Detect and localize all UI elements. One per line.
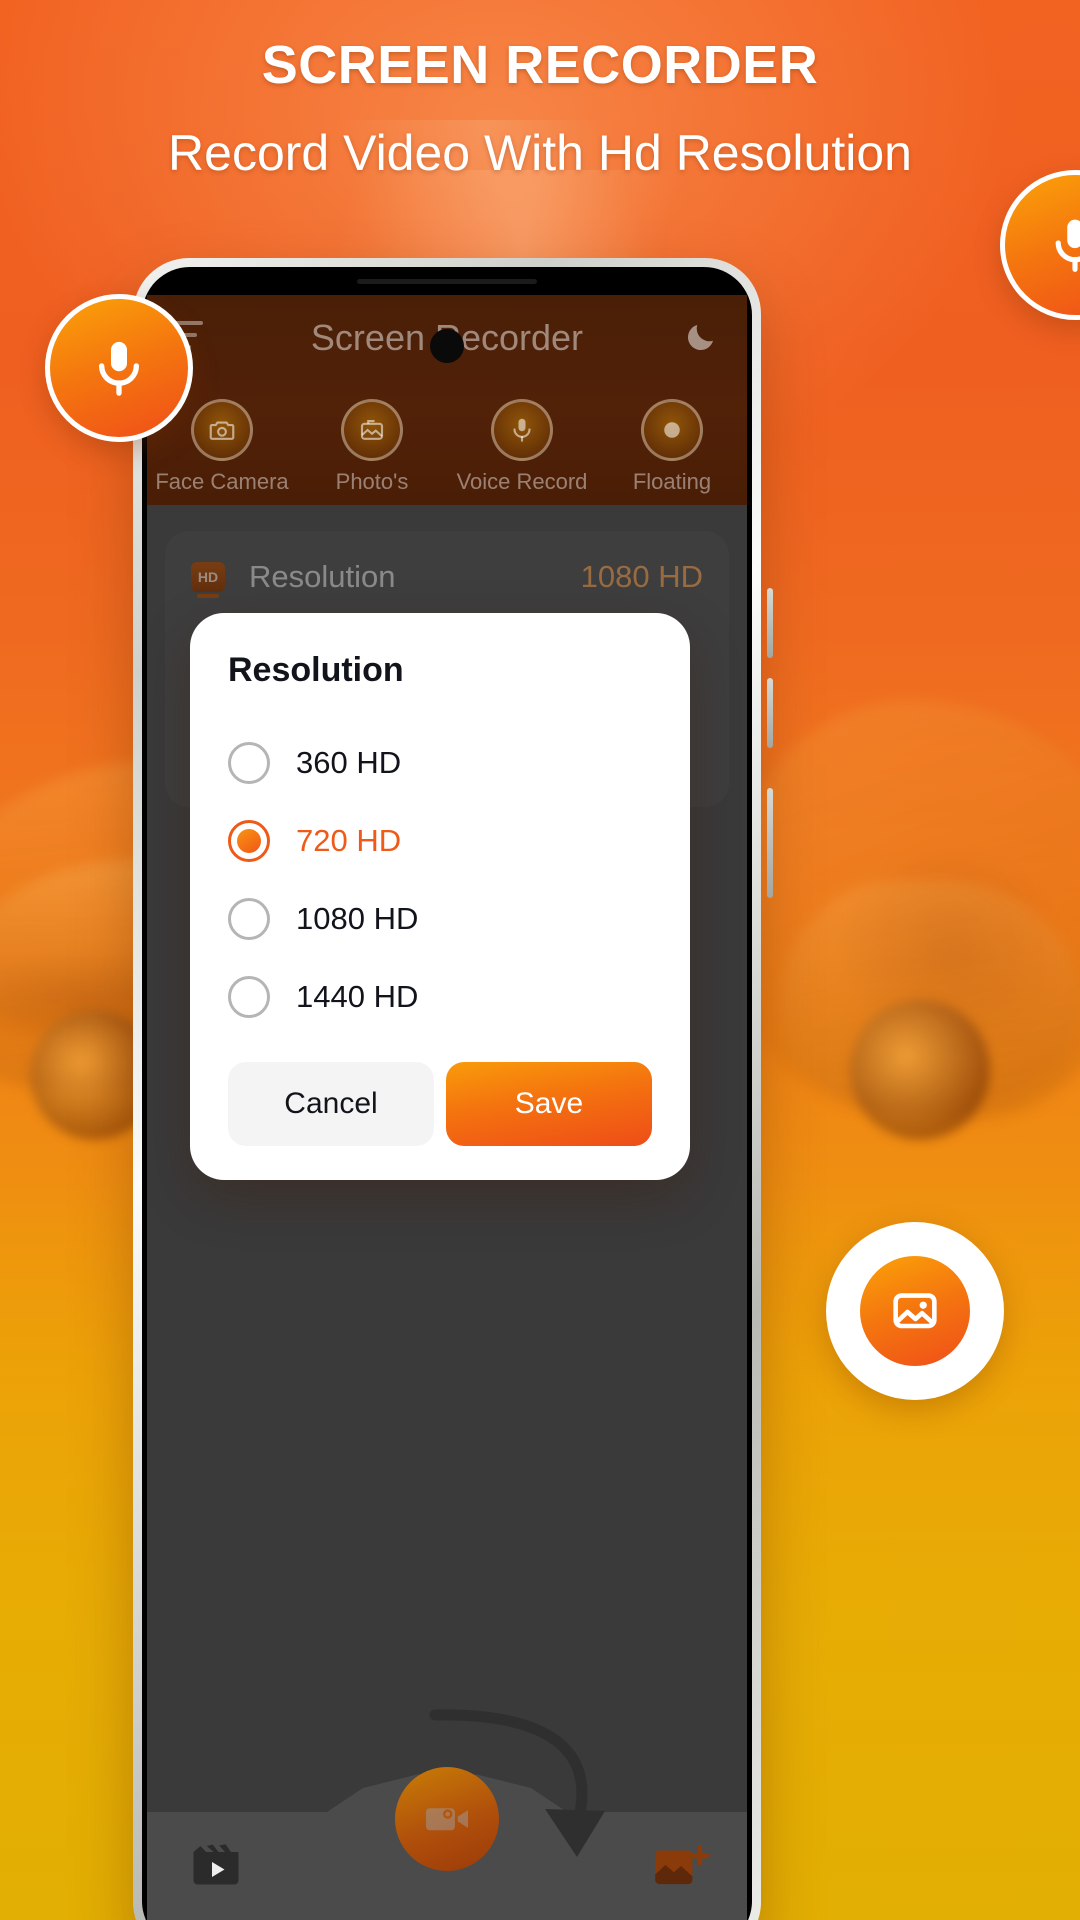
promo-title: SCREEN RECORDER: [261, 35, 819, 95]
floating-gallery-button[interactable]: [826, 1222, 1004, 1400]
dialog-title: Resolution: [228, 651, 404, 689]
floating-mic-button-right[interactable]: [1000, 170, 1080, 320]
record-dot-icon: [641, 399, 703, 461]
microphone-icon: [1055, 219, 1080, 272]
curved-arrow-annotation: [429, 1709, 605, 1857]
option-label: 720 HD: [296, 823, 402, 858]
option-label: 1080 HD: [296, 901, 419, 936]
race-car-body-right: [780, 880, 1080, 1110]
quick-actions-row: Face Camera Photo's Voice Record Floatin…: [147, 399, 747, 495]
quick-action-photos[interactable]: Photo's: [297, 399, 447, 495]
phone-front-camera: [430, 329, 464, 363]
race-car-silhouette-right: [720, 700, 1080, 1120]
promo-subtitle: Record Video With Hd Resolution: [168, 125, 912, 181]
cancel-button[interactable]: Cancel: [228, 1062, 434, 1146]
resolution-option-1440[interactable]: 1440 HD: [228, 958, 652, 1036]
quick-action-voice-record[interactable]: Voice Record: [447, 399, 597, 495]
phone-volume-down-button[interactable]: [767, 678, 773, 748]
moon-icon[interactable]: [683, 319, 719, 355]
resolution-option-1080[interactable]: 1080 HD: [228, 880, 652, 958]
option-label: 1440 HD: [296, 979, 419, 1014]
radio-button[interactable]: [228, 742, 270, 784]
option-label: 360 HD: [296, 745, 402, 780]
floating-gallery-inner: [860, 1256, 970, 1366]
quick-action-label: Face Camera: [155, 469, 289, 494]
microphone-icon: [491, 399, 553, 461]
quick-action-floating[interactable]: Floating: [597, 399, 747, 495]
resolution-option-720[interactable]: 720 HD: [228, 802, 652, 880]
app-top-bar: Screen Recorder Face Camera Photo's Voic…: [147, 295, 747, 505]
phone-volume-up-button[interactable]: [767, 588, 773, 658]
promo-headings: SCREEN RECORDER Record Video With Hd Res…: [0, 34, 1080, 182]
car-wheel-right: [850, 1000, 990, 1140]
resolution-option-360[interactable]: 360 HD: [228, 724, 652, 802]
radio-button[interactable]: [228, 820, 270, 862]
quick-action-label: Voice Record: [456, 469, 588, 494]
radio-dot-icon: [237, 829, 261, 853]
phone-earpiece: [357, 279, 537, 284]
image-icon: [893, 1293, 937, 1329]
promo-banner: SCREEN RECORDER Record Video With Hd Res…: [0, 0, 1080, 1920]
phone-power-button[interactable]: [767, 788, 773, 898]
quick-action-label: Floating: [632, 469, 712, 494]
dialog-actions: Cancel Save: [228, 1062, 652, 1146]
resolution-dialog: Resolution 360 HD 720 HD 1080 HD 1440 HD…: [190, 613, 690, 1180]
video-library-icon[interactable]: [185, 1833, 247, 1893]
camera-icon: [191, 399, 253, 461]
floating-mic-button-left[interactable]: [45, 294, 193, 442]
microphone-icon: [99, 341, 139, 396]
quick-action-label: Photo's: [335, 469, 409, 494]
save-button[interactable]: Save: [446, 1062, 652, 1146]
image-icon: [341, 399, 403, 461]
resolution-option-list: 360 HD 720 HD 1080 HD 1440 HD: [228, 724, 652, 1036]
radio-button[interactable]: [228, 976, 270, 1018]
radio-button[interactable]: [228, 898, 270, 940]
